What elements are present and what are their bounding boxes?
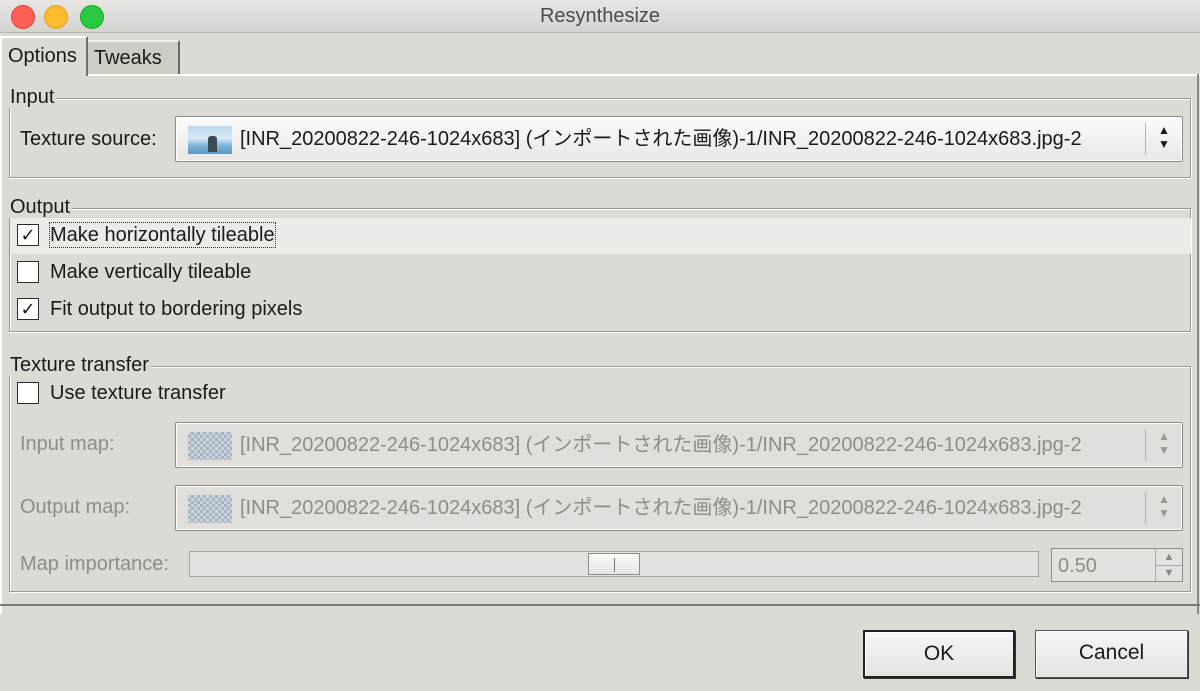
- slider-handle[interactable]: [588, 553, 640, 575]
- spin-up-icon[interactable]: ▲: [1156, 549, 1182, 566]
- input-map-combo[interactable]: [INR_20200822-246-1024x683] (インポートされた画像)…: [175, 422, 1183, 468]
- texture-source-label: Texture source:: [20, 128, 157, 150]
- map-importance-value[interactable]: 0.50: [1058, 554, 1097, 578]
- make-vertically-tileable-label: Make vertically tileable: [50, 261, 252, 283]
- use-texture-transfer-label: Use texture transfer: [50, 382, 226, 404]
- checkbox-use-texture-transfer[interactable]: [17, 382, 39, 404]
- output-map-label: Output map:: [20, 496, 131, 518]
- combo-separator: [1145, 123, 1146, 155]
- title-bar: Resynthesize: [0, 0, 1200, 33]
- output-section-label: Output: [8, 196, 73, 218]
- tab-tweaks[interactable]: Tweaks: [88, 40, 180, 74]
- combo-separator: [1145, 429, 1146, 461]
- combo-separator: [1145, 492, 1146, 524]
- window-title: Resynthesize: [539, 5, 661, 27]
- updown-arrows-icon: ▲ ▼: [1158, 123, 1170, 151]
- texture-transfer-section-label: Texture transfer: [8, 354, 151, 376]
- image-thumbnail: [188, 432, 232, 460]
- updown-arrows-icon: ▲ ▼: [1158, 492, 1170, 520]
- image-thumbnail: [188, 126, 232, 154]
- input-map-label: Input map:: [20, 433, 115, 455]
- texture-source-value: [INR_20200822-246-1024x683] (インポートされた画像)…: [240, 128, 1082, 150]
- use-texture-transfer-option[interactable]: Use texture transfer: [10, 376, 1191, 412]
- make-vertically-tileable-option[interactable]: Make vertically tileable: [10, 255, 1191, 291]
- tab-options[interactable]: Options: [0, 36, 88, 76]
- tab-panel-bottom-border: [0, 604, 1200, 606]
- spin-buttons: ▲ ▼: [1155, 549, 1182, 581]
- spin-down-icon[interactable]: ▼: [1156, 565, 1182, 581]
- map-importance-label: Map importance:: [20, 553, 169, 575]
- input-map-value: [INR_20200822-246-1024x683] (インポートされた画像)…: [240, 434, 1082, 456]
- make-horizontally-tileable-option[interactable]: ✓ Make horizontally tileable: [10, 218, 1191, 254]
- tab-panel-top-border: [88, 74, 1200, 76]
- make-horizontally-tileable-label: Make horizontally tileable: [49, 222, 276, 248]
- map-importance-slider[interactable]: [189, 551, 1039, 577]
- input-section-label: Input: [8, 86, 57, 108]
- image-thumbnail: [188, 495, 232, 523]
- fit-output-option[interactable]: ✓ Fit output to bordering pixels: [10, 292, 1191, 328]
- tab-panel-left-border: [0, 74, 2, 614]
- fit-output-label: Fit output to bordering pixels: [50, 298, 303, 320]
- checkbox-vertically-tileable[interactable]: [17, 261, 39, 283]
- tab-panel-right-border: [1197, 74, 1199, 614]
- updown-arrows-icon: ▲ ▼: [1158, 429, 1170, 457]
- checkbox-horizontally-tileable[interactable]: ✓: [17, 224, 39, 246]
- texture-source-combo[interactable]: [INR_20200822-246-1024x683] (インポートされた画像)…: [175, 116, 1183, 162]
- ok-button[interactable]: OK: [863, 630, 1015, 678]
- output-map-combo[interactable]: [INR_20200822-246-1024x683] (インポートされた画像)…: [175, 485, 1183, 531]
- cancel-button[interactable]: Cancel: [1035, 630, 1188, 678]
- map-importance-spinbox[interactable]: 0.50 ▲ ▼: [1051, 548, 1183, 582]
- checkbox-fit-output[interactable]: ✓: [17, 298, 39, 320]
- output-map-value: [INR_20200822-246-1024x683] (インポートされた画像)…: [240, 497, 1082, 519]
